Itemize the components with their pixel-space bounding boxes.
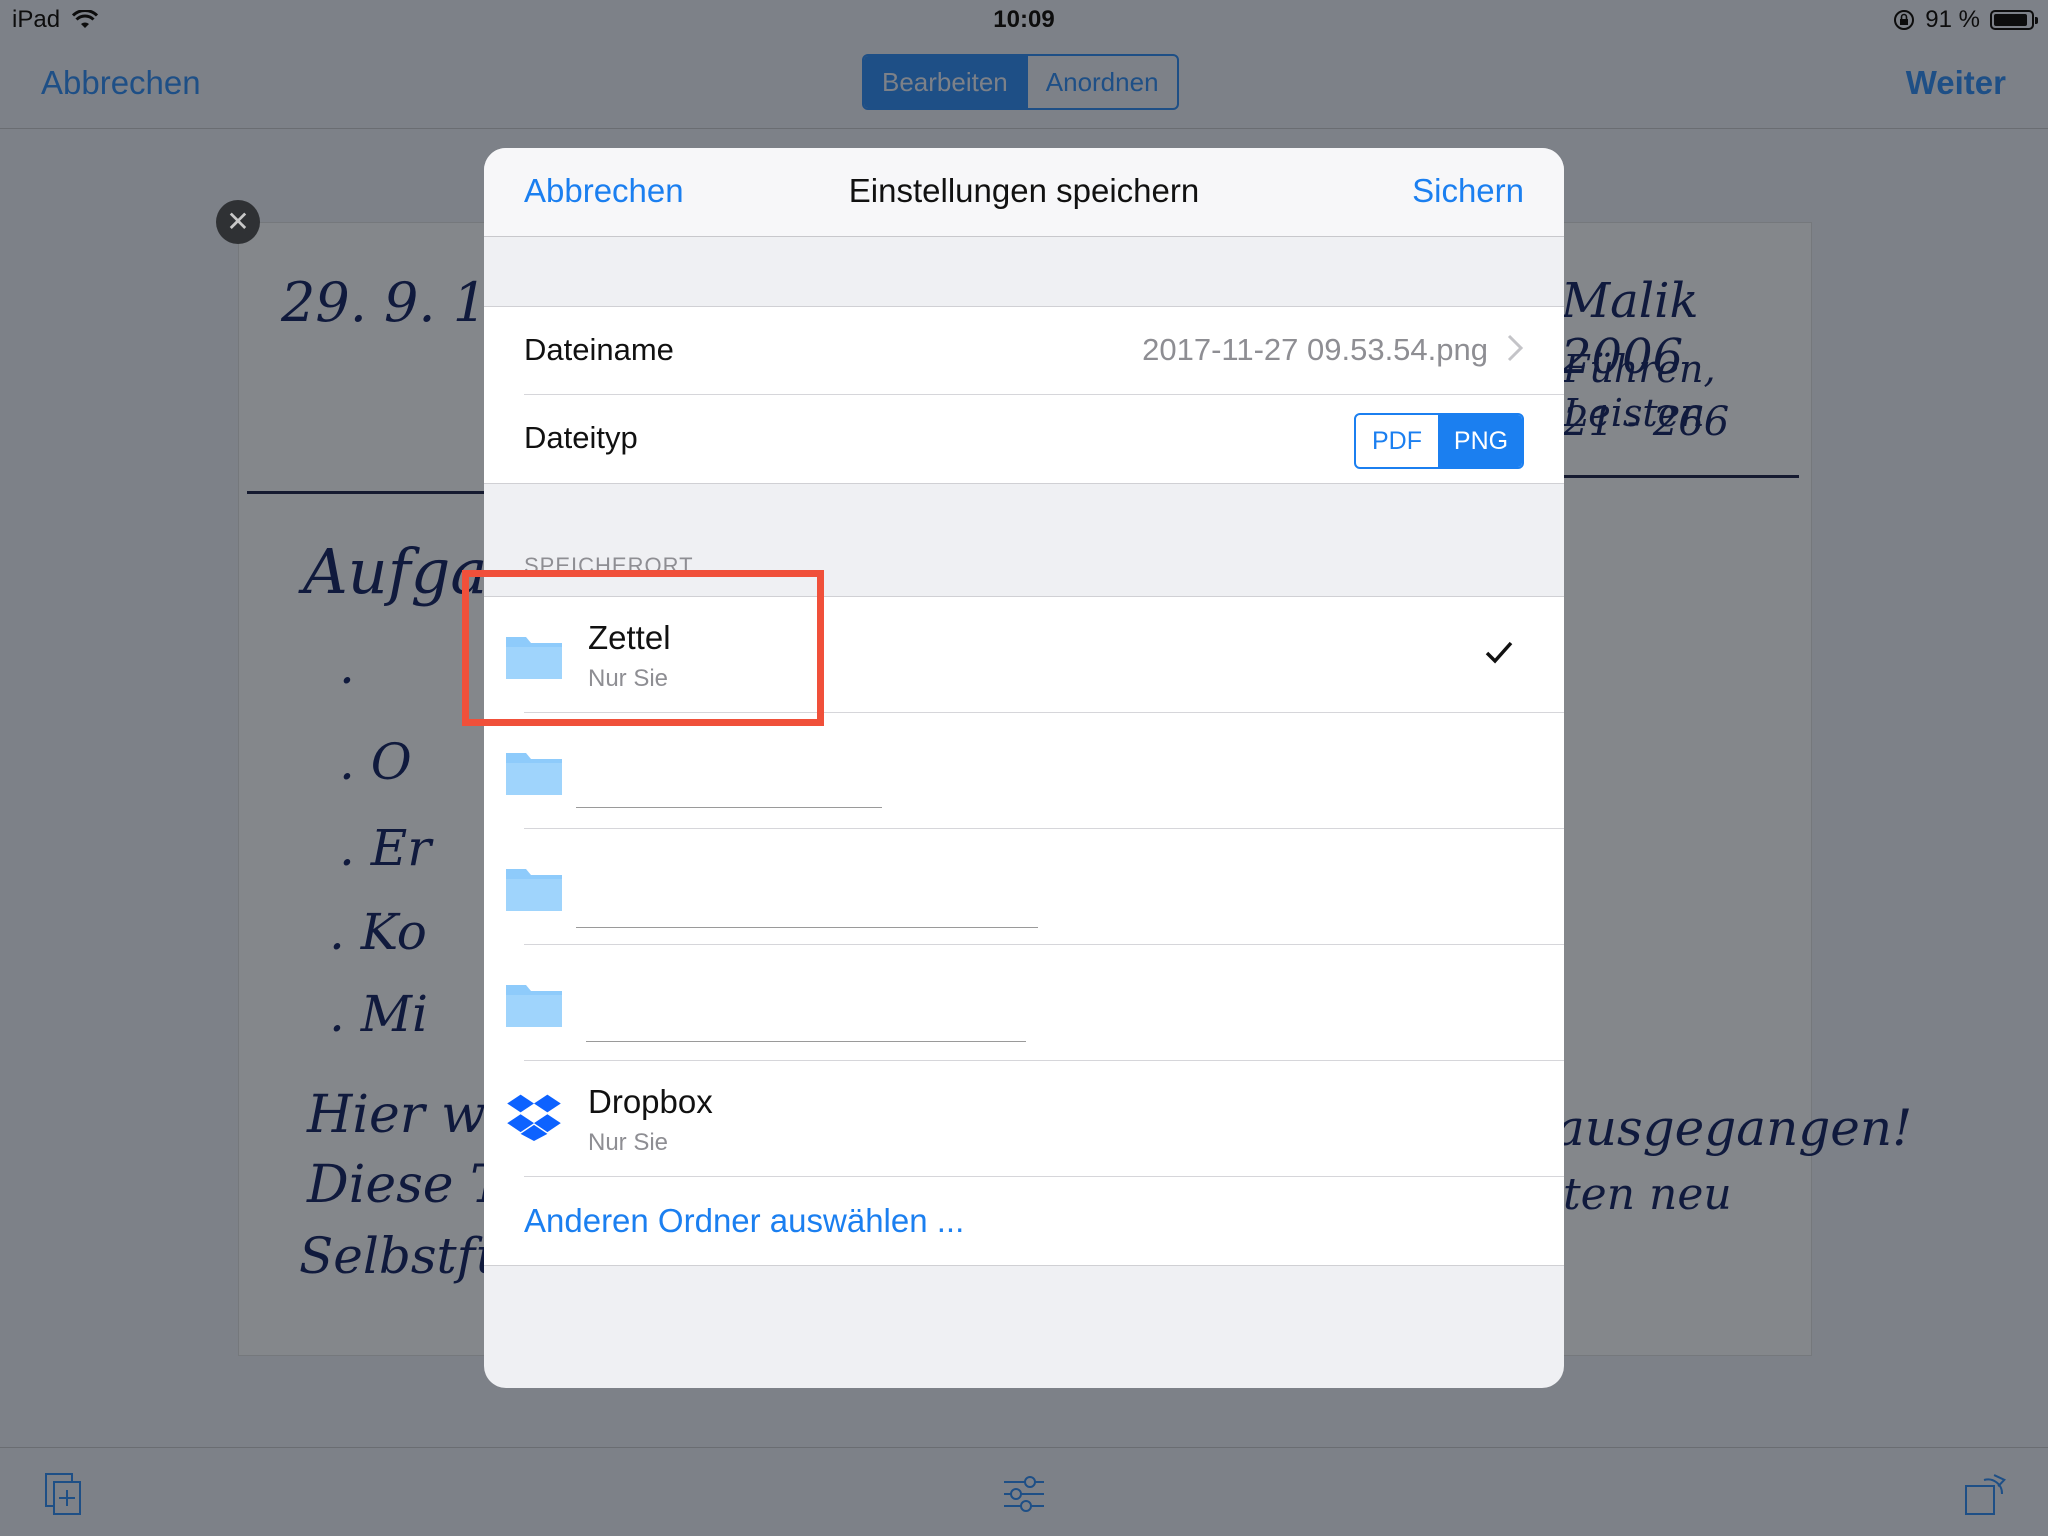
status-bar: iPad 10:09 91 % <box>0 0 2048 40</box>
next-button[interactable]: Weiter <box>1906 64 2006 102</box>
mode-segmented-control: Bearbeiten Anordnen <box>862 54 1179 110</box>
device-name: iPad <box>12 6 61 33</box>
folder-item[interactable] <box>484 945 1564 1061</box>
save-settings-modal: Abbrechen Einstellungen speichern Sicher… <box>484 148 1564 1388</box>
battery-percent: 91 % <box>1925 6 1980 33</box>
storage-location-header: SPEICHERORT <box>524 553 694 578</box>
clock: 10:09 <box>993 6 1055 33</box>
filename-value: 2017-11-27 09.53.54.png <box>1142 332 1488 367</box>
filename-label: Dateiname <box>524 332 674 367</box>
filetype-segmented-control: PDF PNG <box>1354 413 1524 469</box>
folder-name: Dropbox <box>588 1083 713 1120</box>
folder-icon <box>506 869 562 911</box>
filename-row[interactable]: Dateiname 2017-11-27 09.53.54.png <box>484 307 1564 395</box>
folder-icon <box>506 637 562 679</box>
handwriting-top-right-3: 21 - 266 <box>1563 399 1730 445</box>
handwriting-bullet: . Er <box>339 819 432 877</box>
modal-save-button[interactable]: Sichern <box>1412 172 1524 210</box>
checkmark-icon <box>1485 641 1513 664</box>
folder-item-dropbox[interactable]: Dropbox Nur Sie <box>484 1061 1564 1177</box>
redaction-mark <box>576 807 882 808</box>
close-page-button[interactable]: ✕ <box>216 200 260 244</box>
folder-icon <box>506 985 562 1027</box>
rotate-icon[interactable] <box>1964 1472 2008 1516</box>
handwriting-bullet: . O <box>339 733 412 791</box>
folder-name: Zettel <box>588 619 671 656</box>
handwriting-rule-left <box>247 491 487 494</box>
battery-icon <box>1990 10 2038 30</box>
folder-owner: Nur Sie <box>588 665 669 692</box>
folder-owner: Nur Sie <box>588 1129 669 1156</box>
file-settings-group: Dateiname 2017-11-27 09.53.54.png Dateit… <box>484 306 1564 484</box>
add-page-icon[interactable] <box>42 1472 86 1516</box>
navigation-bar: Abbrechen Bearbeiten Anordnen Weiter <box>0 40 2048 129</box>
choose-other-folder-row[interactable]: Anderen Ordner auswählen ... <box>484 1177 1564 1265</box>
dropbox-icon <box>507 1094 561 1141</box>
handwriting-bullet: . Mi <box>329 985 428 1043</box>
handwriting-bottom-right-2: ten neu <box>1563 1169 1732 1220</box>
filter-settings-icon[interactable] <box>1002 1472 1046 1516</box>
handwriting-bottom-right-1: ausgegangen! <box>1555 1099 1913 1157</box>
modal-header: Abbrechen Einstellungen speichern Sicher… <box>484 148 1564 237</box>
handwriting-heading: Aufga <box>303 535 488 608</box>
handwriting-bullet: . Ko <box>329 903 427 961</box>
folder-item[interactable] <box>484 713 1564 829</box>
folder-item[interactable] <box>484 829 1564 945</box>
folder-item-zettel[interactable]: Zettel Nur Sie <box>484 597 1564 713</box>
handwriting-bullet: . <box>339 637 355 695</box>
wifi-icon <box>72 10 99 28</box>
filetype-png[interactable]: PNG <box>1438 415 1522 467</box>
folder-icon <box>506 753 562 795</box>
close-icon: ✕ <box>226 206 250 237</box>
chevron-right-icon <box>1507 334 1524 362</box>
filetype-pdf[interactable]: PDF <box>1356 415 1438 467</box>
segment-arrange[interactable]: Anordnen <box>1025 56 1177 108</box>
handwriting-bottom-left-2: Diese T <box>307 1155 505 1215</box>
filetype-row: Dateityp PDF PNG <box>484 395 1564 483</box>
redaction-mark <box>576 927 1038 928</box>
redaction-mark <box>586 1041 1026 1042</box>
cancel-button[interactable]: Abbrechen <box>41 64 201 102</box>
choose-other-folder-link[interactable]: Anderen Ordner auswählen ... <box>524 1202 964 1240</box>
rotation-lock-icon <box>1894 10 1915 30</box>
modal-cancel-button[interactable]: Abbrechen <box>524 172 684 210</box>
bottom-toolbar <box>0 1447 2048 1536</box>
segment-edit[interactable]: Bearbeiten <box>864 56 1026 108</box>
folder-list: Zettel Nur Sie Dropbox Nur Sie Anderen O… <box>484 596 1564 1266</box>
handwriting-date: 29. 9. 1 <box>281 271 488 334</box>
handwriting-rule-right <box>1563 475 1799 478</box>
filetype-label: Dateityp <box>524 420 638 455</box>
